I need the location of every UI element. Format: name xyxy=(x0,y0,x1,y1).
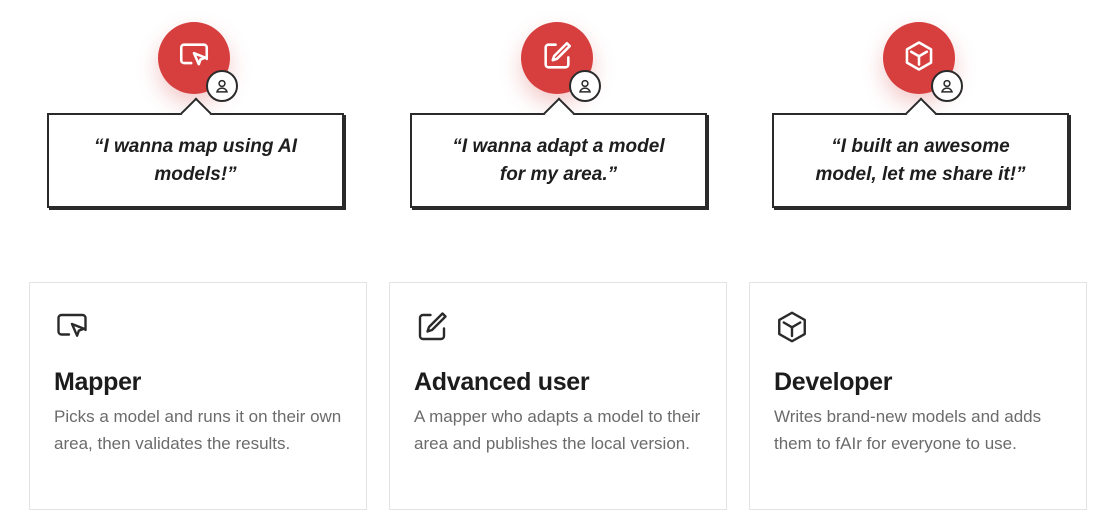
persona-mapper: “I wanna map using AI models!” xyxy=(46,0,346,215)
cursor-screen-icon xyxy=(177,39,211,78)
edit-square-icon xyxy=(414,309,450,345)
card-description: Picks a model and runs it on their own a… xyxy=(54,407,342,453)
card-title: Mapper xyxy=(54,368,142,396)
card-advanced-user: Advanced user A mapper who adapts a mode… xyxy=(389,282,727,510)
cube-icon xyxy=(902,39,936,78)
user-types-section: “I wanna map using AI models!” “I wanna … xyxy=(0,0,1117,518)
card-title: Developer xyxy=(774,368,893,396)
user-icon xyxy=(569,70,601,102)
persona-quote: “I wanna map using AI models!” xyxy=(93,135,298,185)
cube-icon xyxy=(774,309,810,345)
user-icon xyxy=(931,70,963,102)
card-developer: Developer Writes brand-new models and ad… xyxy=(749,282,1087,510)
persona-developer: “I built an awesome model, let me share … xyxy=(771,0,1071,215)
card-description: Writes brand-new models and adds them to… xyxy=(774,407,1042,453)
card-mapper: Mapper Picks a model and runs it on thei… xyxy=(29,282,367,510)
user-icon xyxy=(206,70,238,102)
persona-advanced-user: “I wanna adapt a model for my area.” xyxy=(409,0,709,215)
edit-square-icon xyxy=(540,39,574,78)
card-title: Advanced user xyxy=(414,368,590,396)
card-description: A mapper who adapts a model to their are… xyxy=(414,407,701,453)
persona-quote: “I built an awesome model, let me share … xyxy=(815,135,1026,185)
persona-quote: “I wanna adapt a model for my area.” xyxy=(452,135,665,185)
cursor-screen-icon xyxy=(54,309,90,345)
